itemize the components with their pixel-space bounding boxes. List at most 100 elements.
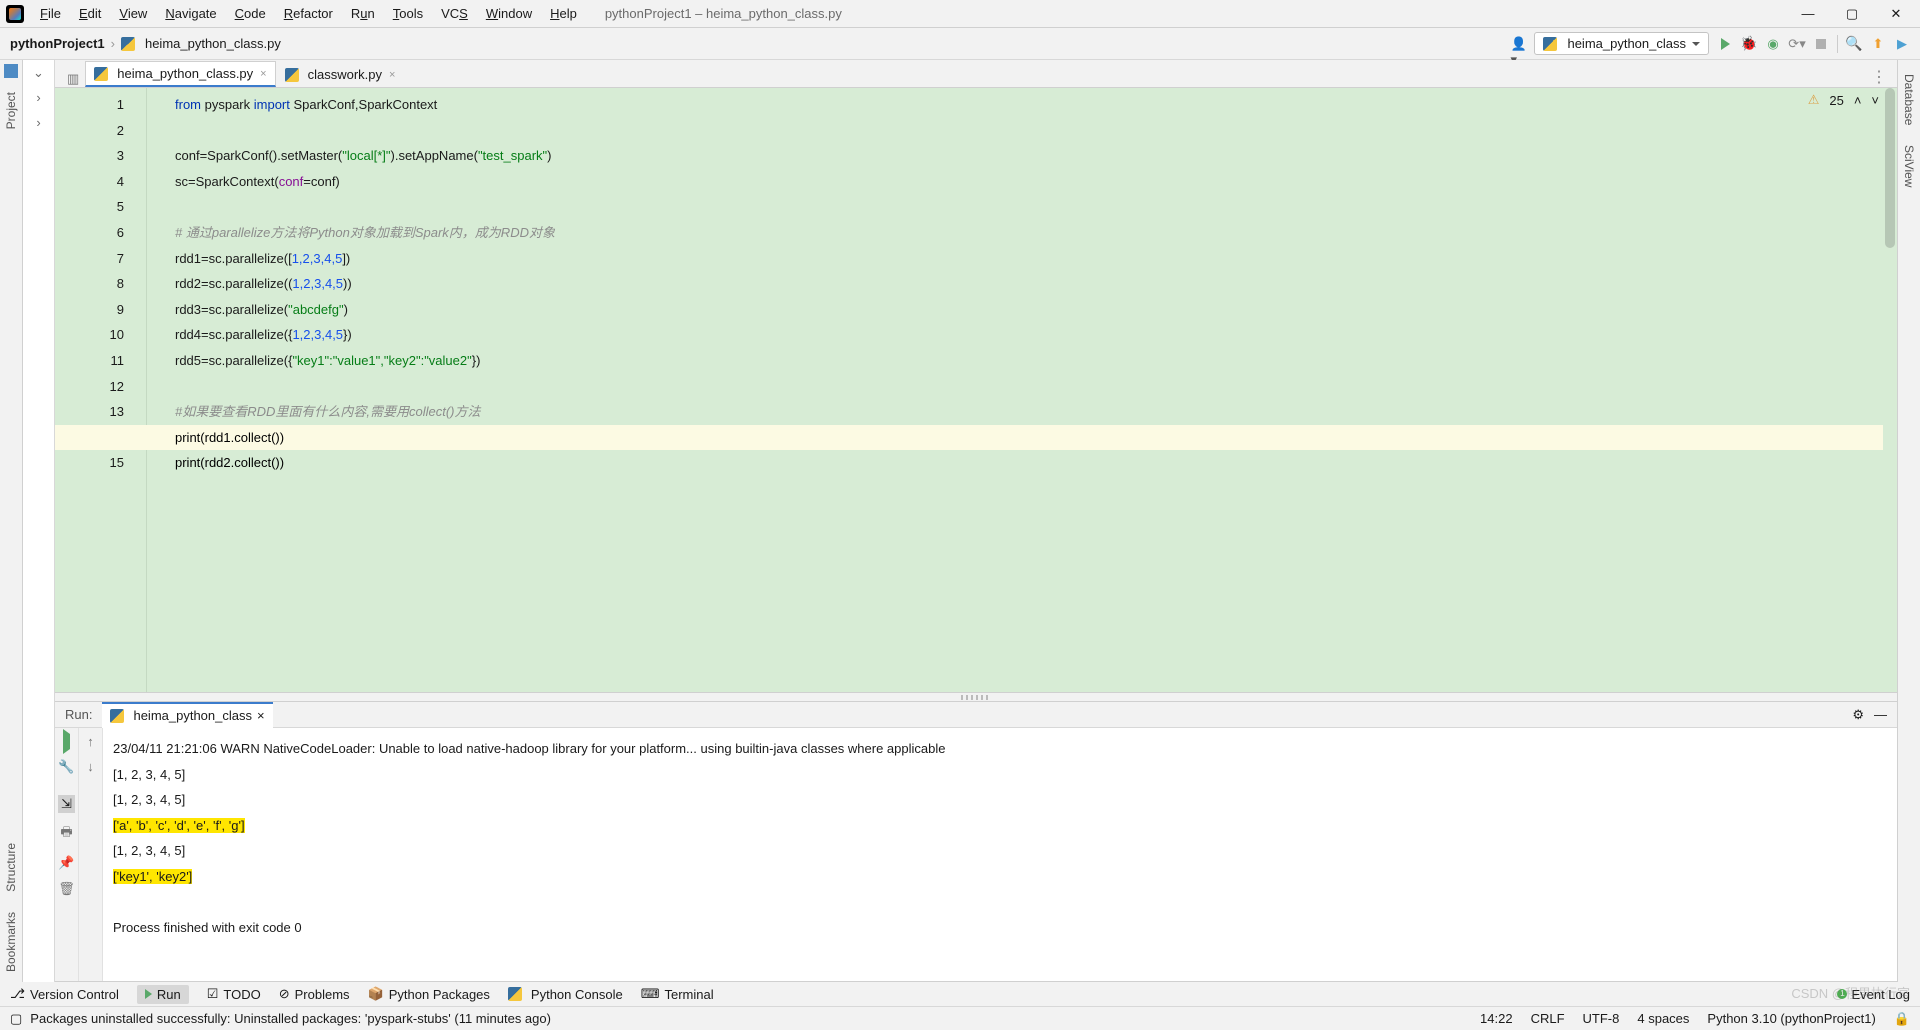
debug-button[interactable]: 🐞 bbox=[1741, 36, 1757, 52]
stop-button[interactable] bbox=[1813, 36, 1829, 52]
delete-icon[interactable]: 🗑 bbox=[58, 881, 75, 897]
code-content[interactable]: from pyspark import SparkConf,SparkConte… bbox=[147, 88, 1883, 692]
run-button[interactable] bbox=[1717, 36, 1733, 52]
status-bar: ▢ Packages uninstalled successfully: Uni… bbox=[0, 1006, 1920, 1030]
coverage-button[interactable]: ◉ bbox=[1765, 36, 1781, 52]
python-interpreter[interactable]: Python 3.10 (pythonProject1) bbox=[1707, 1011, 1875, 1027]
editor-tabs: ▥ heima_python_class.py × classwork.py ×… bbox=[55, 60, 1897, 88]
python-file-icon bbox=[121, 37, 135, 51]
rerun-button[interactable] bbox=[63, 734, 70, 749]
menu-window[interactable]: Window bbox=[478, 3, 540, 24]
horizontal-splitter[interactable] bbox=[55, 692, 1897, 702]
console-line: ['key1', 'key2'] bbox=[113, 864, 1887, 890]
close-tab-icon[interactable]: × bbox=[257, 708, 265, 723]
tab-sciview[interactable]: SciView bbox=[1899, 135, 1919, 197]
packages-icon: 📦 bbox=[368, 986, 384, 1002]
search-everywhere-icon[interactable]: 🔍 bbox=[1846, 36, 1862, 52]
pin-tab-icon[interactable]: 📌 bbox=[58, 855, 74, 871]
menu-vcs[interactable]: VCS bbox=[433, 3, 476, 24]
tab-more-icon[interactable]: ⋮ bbox=[1861, 67, 1897, 87]
menu-code[interactable]: Code bbox=[227, 3, 274, 24]
tab-version-control[interactable]: ⎇Version Control bbox=[10, 986, 119, 1002]
tab-python-packages[interactable]: 📦Python Packages bbox=[368, 986, 490, 1002]
code-with-me-icon[interactable]: 👤▾ bbox=[1510, 36, 1526, 52]
run-config-selector[interactable]: heima_python_class bbox=[1534, 32, 1709, 55]
menu-help[interactable]: Help bbox=[542, 3, 585, 24]
next-highlight-icon[interactable]: ˅ bbox=[1871, 93, 1879, 108]
tree-node-icon[interactable]: › bbox=[23, 110, 54, 135]
terminal-icon: ⌨ bbox=[641, 986, 660, 1002]
run-toolbar-nav: ↑ ↓ bbox=[79, 728, 103, 981]
menu-bar: File Edit View Navigate Code Refactor Ru… bbox=[0, 0, 1920, 28]
menu-view[interactable]: View bbox=[111, 3, 155, 24]
maximize-icon[interactable]: ▢ bbox=[1842, 6, 1862, 22]
tab-run[interactable]: Run bbox=[137, 985, 189, 1004]
inspection-widget[interactable]: ⚠ 25 ˄ ˅ bbox=[1808, 92, 1879, 108]
up-stack-icon[interactable]: ↑ bbox=[87, 734, 94, 749]
breadcrumb-project[interactable]: pythonProject1 bbox=[10, 36, 105, 51]
close-tab-icon[interactable]: × bbox=[260, 68, 266, 80]
menu-edit[interactable]: Edit bbox=[71, 3, 109, 24]
tab-terminal[interactable]: ⌨Terminal bbox=[641, 986, 714, 1002]
breadcrumb-file[interactable]: heima_python_class.py bbox=[145, 36, 281, 51]
gear-icon[interactable]: ⚙ bbox=[1852, 707, 1864, 723]
tab-python-console[interactable]: Python Console bbox=[508, 987, 623, 1002]
console-line: Process finished with exit code 0 bbox=[113, 915, 1887, 941]
bottom-tool-bar: ⎇Version Control Run ☑TODO ⊘Problems 📦Py… bbox=[0, 982, 1920, 1006]
scroll-to-end-icon[interactable]: ⇲ bbox=[58, 795, 75, 813]
line-separator[interactable]: CRLF bbox=[1531, 1011, 1565, 1027]
file-encoding[interactable]: UTF-8 bbox=[1583, 1011, 1620, 1027]
tab-classwork[interactable]: classwork.py × bbox=[276, 61, 405, 87]
left-tool-stripe: Project Structure Bookmarks bbox=[0, 60, 23, 982]
minimize-icon[interactable]: — bbox=[1798, 6, 1818, 22]
prev-highlight-icon[interactable]: ˄ bbox=[1854, 93, 1862, 108]
vcs-icon: ⎇ bbox=[10, 986, 25, 1002]
console-line: [1, 2, 3, 4, 5] bbox=[113, 787, 1887, 813]
caret-position[interactable]: 14:22 bbox=[1480, 1011, 1513, 1027]
play-icon bbox=[145, 989, 152, 999]
python-icon bbox=[110, 709, 124, 723]
tab-database[interactable]: Database bbox=[1899, 64, 1919, 135]
down-stack-icon[interactable]: ↓ bbox=[87, 759, 94, 774]
learn-icon[interactable]: ▶ bbox=[1894, 36, 1910, 52]
tree-node-icon[interactable]: › bbox=[23, 85, 54, 110]
menu-file[interactable]: File bbox=[32, 3, 69, 24]
menu-navigate[interactable]: Navigate bbox=[157, 3, 224, 24]
tab-problems[interactable]: ⊘Problems bbox=[279, 986, 350, 1002]
close-tab-icon[interactable]: × bbox=[389, 69, 395, 81]
close-window-icon[interactable]: ✕ bbox=[1886, 6, 1906, 22]
tab-list-icon[interactable]: ▥ bbox=[61, 71, 85, 87]
editor-gutter[interactable]: 123 456 789 101112 131415 bbox=[55, 88, 147, 692]
run-tab-heima[interactable]: heima_python_class × bbox=[102, 702, 272, 728]
modify-run-config-icon[interactable]: 🔧 bbox=[58, 759, 74, 775]
breadcrumb[interactable]: pythonProject1 › heima_python_class.py bbox=[10, 36, 281, 51]
console-output[interactable]: 23/04/11 21:21:06 WARN NativeCodeLoader:… bbox=[103, 728, 1897, 981]
editor-scrollbar[interactable] bbox=[1883, 88, 1897, 692]
problems-icon: ⊘ bbox=[279, 986, 290, 1002]
project-tree-collapsed[interactable]: ⌄ › › bbox=[23, 60, 55, 982]
menu-run[interactable]: Run bbox=[343, 3, 383, 24]
event-log-button[interactable]: 1Event Log bbox=[1837, 987, 1910, 1002]
code-editor[interactable]: 123 456 789 101112 131415 from pyspark i… bbox=[55, 88, 1897, 692]
tab-bookmarks[interactable]: Bookmarks bbox=[1, 902, 21, 982]
python-file-icon bbox=[94, 67, 108, 81]
notification-badge: 1 bbox=[1837, 989, 1847, 999]
tab-structure[interactable]: Structure bbox=[1, 833, 21, 902]
profile-button[interactable]: ⟳▾ bbox=[1789, 36, 1805, 52]
app-logo-icon bbox=[6, 5, 24, 23]
tab-project[interactable]: Project bbox=[1, 82, 21, 139]
print-icon[interactable]: 🖶 bbox=[60, 823, 72, 845]
ide-updates-icon[interactable]: ⬆ bbox=[1870, 36, 1886, 52]
menu-refactor[interactable]: Refactor bbox=[276, 3, 341, 24]
hide-panel-icon[interactable]: — bbox=[1874, 707, 1887, 723]
project-tool-icon[interactable] bbox=[4, 64, 18, 78]
reader-mode-icon[interactable]: 🔒 bbox=[1894, 1011, 1910, 1027]
tab-todo[interactable]: ☑TODO bbox=[207, 986, 261, 1002]
menu-tools[interactable]: Tools bbox=[385, 3, 431, 24]
collapse-tree-icon[interactable]: ⌄ bbox=[23, 60, 54, 85]
indent-config[interactable]: 4 spaces bbox=[1637, 1011, 1689, 1027]
status-tool-window-icon[interactable]: ▢ bbox=[10, 1011, 22, 1027]
run-panel-label: Run: bbox=[65, 707, 92, 722]
tab-heima-python-class[interactable]: heima_python_class.py × bbox=[85, 61, 275, 87]
python-file-icon bbox=[285, 68, 299, 82]
